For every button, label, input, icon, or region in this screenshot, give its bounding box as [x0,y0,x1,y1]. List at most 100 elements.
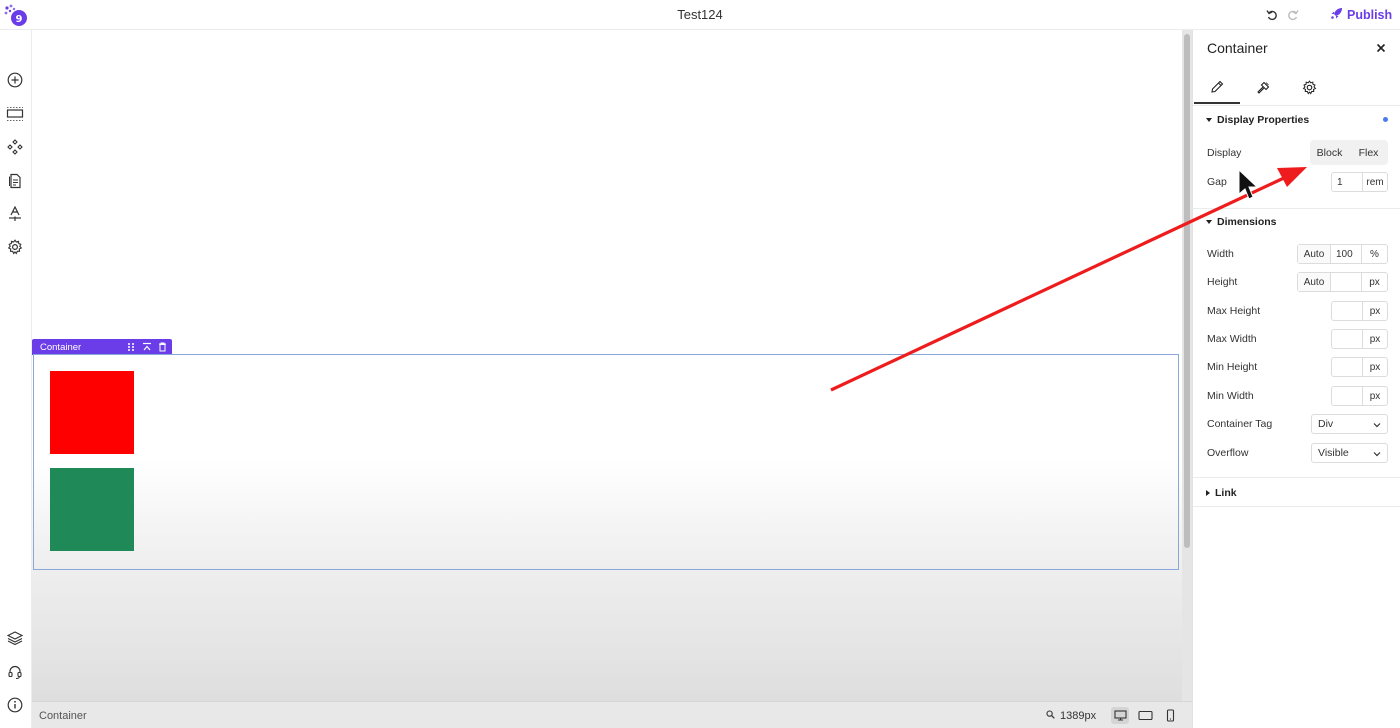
pencil-icon [1210,80,1224,97]
container-element[interactable] [33,354,1179,570]
brush-icon [1256,81,1270,98]
close-icon[interactable] [1373,40,1389,56]
chevron-down-icon [1373,452,1381,457]
app-logo-icon[interactable]: 9 [3,3,29,27]
breadcrumb[interactable]: Container [39,710,87,722]
components-icon[interactable] [5,137,25,157]
min-height-label: Min Height [1207,361,1258,373]
section-display-properties[interactable]: Display Properties [1206,114,1309,126]
section-icon[interactable] [5,104,25,124]
gap-label: Gap [1207,176,1227,188]
section-divider [1193,506,1400,507]
select-parent-icon[interactable] [141,341,152,353]
canvas-scrollbar[interactable] [1182,30,1192,701]
svg-text:9: 9 [16,14,23,25]
section-divider [1193,208,1400,209]
min-width-unit[interactable]: px [1362,387,1387,405]
tablet-icon[interactable] [1136,707,1154,724]
drag-handle-icon[interactable] [125,341,136,353]
properties-panel: Container Display Properties Display Blo… [1192,30,1400,728]
tab-divider [1193,105,1400,106]
search-icon [1046,710,1055,722]
tab-settings[interactable] [1286,74,1332,104]
container-tag-value: Div [1318,418,1334,430]
section-title: Display Properties [1217,114,1310,126]
green-square[interactable] [50,468,134,551]
min-height-field: px [1331,357,1388,377]
gap-unit[interactable]: rem [1362,173,1387,191]
overflow-value: Visible [1318,447,1349,459]
min-width-field: px [1331,386,1388,406]
height-auto-button[interactable]: Auto [1298,273,1331,291]
pages-icon[interactable] [5,171,25,191]
tab-content[interactable] [1194,74,1240,104]
delete-icon[interactable] [157,341,168,353]
publish-label: Publish [1347,8,1393,22]
redo-icon[interactable] [1285,7,1301,23]
height-unit[interactable]: px [1361,273,1387,291]
width-unit[interactable]: % [1361,245,1387,263]
max-height-unit[interactable]: px [1362,302,1387,320]
settings-icon[interactable] [5,237,25,257]
left-sidebar [0,30,32,728]
section-title: Dimensions [1217,216,1277,228]
section-divider [1193,477,1400,478]
caret-down-icon [1206,220,1212,224]
selected-element-toolbar[interactable]: Container [32,339,172,355]
rocket-icon [1330,7,1343,23]
min-width-label: Min Width [1207,390,1254,402]
chevron-down-icon [1373,423,1381,428]
overflow-label: Overflow [1207,447,1249,459]
max-width-label: Max Width [1207,333,1257,345]
min-height-unit[interactable]: px [1362,358,1387,376]
typography-icon[interactable] [5,204,25,224]
viewport-width-readout: 1389px [1060,710,1097,722]
document-title: Test124 [677,7,723,22]
caret-down-icon [1206,118,1212,122]
min-height-input[interactable] [1332,358,1362,376]
overflow-select[interactable]: Visible [1311,443,1388,463]
red-square[interactable] [50,371,134,454]
layers-icon[interactable] [5,628,25,648]
viewport-width: 1389px [1046,710,1096,722]
height-label: Height [1207,276,1238,288]
plus-circle-icon[interactable] [5,70,25,90]
container-tag-label: Container Tag [1207,418,1273,430]
section-title: Link [1215,487,1237,499]
status-bar: Container 1389px [32,701,1192,728]
max-height-input[interactable] [1332,302,1362,320]
width-input[interactable] [1331,245,1361,263]
info-icon[interactable] [5,695,25,715]
canvas-scrollbar-thumb[interactable] [1184,34,1190,548]
panel-title: Container [1207,40,1268,56]
support-icon[interactable] [5,662,25,682]
height-input[interactable] [1331,273,1361,291]
width-label: Width [1207,248,1234,260]
max-width-field: px [1331,329,1388,349]
display-option-block[interactable]: Block [1310,147,1349,159]
display-option-flex[interactable]: Flex [1349,147,1388,159]
undo-icon[interactable] [1264,7,1280,23]
max-height-label: Max Height [1207,305,1261,317]
modified-indicator [1383,117,1388,122]
editor-canvas[interactable]: Container [32,30,1182,701]
container-tag-select[interactable]: Div [1311,414,1388,434]
desktop-icon[interactable] [1111,707,1129,724]
top-bar: 9 Test124 Publish [0,0,1400,30]
section-link[interactable]: Link [1206,487,1237,499]
gap-field: rem [1331,172,1388,192]
max-height-field: px [1331,301,1388,321]
width-auto-button[interactable]: Auto [1298,245,1331,263]
tab-style[interactable] [1240,74,1286,104]
height-field: Auto px [1297,272,1388,292]
gear-icon [1302,80,1317,98]
display-label: Display [1207,147,1242,159]
width-field: Auto % [1297,244,1388,264]
min-width-input[interactable] [1332,387,1362,405]
gap-input[interactable] [1332,173,1362,191]
section-dimensions[interactable]: Dimensions [1206,216,1277,228]
publish-button[interactable]: Publish [1330,6,1392,24]
mobile-icon[interactable] [1161,707,1179,724]
max-width-input[interactable] [1332,330,1362,348]
max-width-unit[interactable]: px [1362,330,1387,348]
